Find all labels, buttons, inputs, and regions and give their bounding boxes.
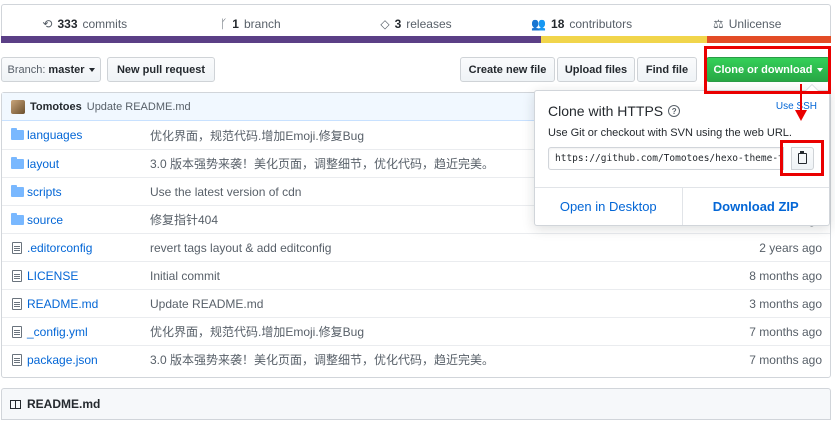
file-icon	[10, 241, 24, 254]
file-icon	[10, 353, 24, 366]
annotation-arrow-head	[795, 110, 807, 121]
branch-count: 1	[232, 16, 239, 31]
annotation-box-clone-button	[704, 46, 831, 94]
caret-down-icon	[88, 67, 95, 72]
file-commit-message[interactable]: Use the latest version of cdn	[150, 185, 301, 199]
file-icon	[10, 297, 24, 310]
file-name-link[interactable]: layout	[27, 157, 59, 171]
clone-url-input[interactable]: https://github.com/Tomotoes/hexo-theme-t…	[548, 147, 784, 170]
open-in-desktop-button[interactable]: Open in Desktop	[535, 188, 683, 225]
language-segment-1	[1, 36, 541, 43]
folder-icon	[10, 184, 24, 197]
branch-icon: ᚴ	[220, 16, 228, 31]
file-name-link[interactable]: README.md	[27, 297, 98, 311]
file-name-link[interactable]: package.json	[27, 353, 98, 367]
tag-icon: ◇	[380, 16, 390, 31]
people-icon: 👥	[531, 16, 547, 31]
commit-message[interactable]: Update README.md	[87, 101, 191, 113]
language-bar[interactable]	[1, 36, 831, 43]
folder-icon	[10, 128, 24, 140]
commit-author[interactable]: Tomotoes	[30, 101, 82, 113]
file-commit-message[interactable]: 3.0 版本强势来袭！美化页面，调整细节，优化代码，趋近完美。	[150, 155, 494, 172]
file-commit-message[interactable]: 修复指针404	[150, 211, 218, 228]
file-commit-message[interactable]: Initial commit	[150, 269, 220, 283]
file-name-link[interactable]: scripts	[27, 185, 62, 199]
clone-popup-footer: Open in Desktop Download ZIP	[535, 187, 829, 225]
download-zip-button[interactable]: Download ZIP	[683, 188, 830, 225]
commits-label: commits	[82, 16, 128, 31]
branch-name: master	[48, 63, 85, 76]
law-icon: ⚖	[712, 16, 724, 31]
file-age: 7 months ago	[749, 352, 822, 367]
annotation-arrow	[800, 84, 802, 112]
clone-description: Use Git or checkout with SVN using the w…	[548, 127, 792, 139]
clone-popup-title: Clone with HTTPS ?	[548, 103, 681, 119]
file-age: 2 years ago	[759, 240, 822, 255]
file-name-link[interactable]: languages	[27, 128, 82, 142]
releases-label: releases	[406, 16, 452, 31]
table-row: README.md Update README.md 3 months ago	[2, 289, 830, 317]
branch-prefix: Branch:	[7, 63, 46, 76]
language-segment-2	[540, 36, 707, 43]
file-commit-message[interactable]: revert tags layout & add editconfig	[150, 241, 331, 255]
table-row: .editorconfig revert tags layout & add ed…	[2, 233, 830, 261]
readme-header: README.md	[1, 388, 831, 420]
file-name-link[interactable]: .editorconfig	[27, 241, 92, 255]
file-age: 8 months ago	[749, 268, 822, 283]
language-segment-3	[706, 36, 831, 43]
table-row: _config.yml 优化界面，规范代码.增加Emoji.修复Bug 7 mont…	[2, 317, 830, 345]
contributors-count: 18	[551, 16, 565, 31]
file-commit-message[interactable]: 优化界面，规范代码.增加Emoji.修复Bug	[150, 323, 364, 340]
folder-icon	[10, 212, 24, 225]
file-name-link[interactable]: _config.yml	[27, 325, 88, 339]
license-label: Unlicense	[728, 16, 782, 31]
clone-title-text: Clone with HTTPS	[548, 103, 664, 119]
contributors-label: contributors	[569, 16, 633, 31]
book-icon	[10, 399, 21, 409]
readme-title: README.md	[27, 397, 101, 411]
find-file-button[interactable]: Find file	[637, 57, 697, 82]
file-icon	[10, 269, 24, 282]
folder-icon	[10, 156, 24, 169]
table-row: package.json 3.0 版本强势来袭！美化页面，调整细节，优化代码，趋近…	[2, 345, 830, 373]
file-age: 3 months ago	[749, 296, 822, 311]
branch-label: branch	[243, 16, 281, 31]
file-name-link[interactable]: source	[27, 213, 63, 227]
file-commit-message[interactable]: 优化界面，规范代码.增加Emoji.修复Bug	[150, 127, 364, 144]
file-commit-message[interactable]: Update README.md	[150, 297, 263, 311]
file-icon	[10, 325, 24, 338]
create-new-file-button[interactable]: Create new file	[460, 57, 555, 82]
history-icon: ⟲	[42, 16, 53, 31]
table-row: LICENSE Initial commit 8 months ago	[2, 261, 830, 289]
releases-count: 3	[394, 16, 402, 31]
question-icon[interactable]: ?	[668, 105, 681, 117]
file-commit-message[interactable]: 3.0 版本强势来袭！美化页面，调整细节，优化代码，趋近完美。	[150, 351, 494, 368]
annotation-box-copy-button	[780, 140, 824, 176]
new-pull-request-button[interactable]: New pull request	[107, 57, 215, 82]
file-name-link[interactable]: LICENSE	[27, 269, 78, 283]
commits-count: 333	[57, 16, 78, 31]
upload-files-button[interactable]: Upload files	[557, 57, 635, 82]
avatar[interactable]	[11, 99, 25, 114]
branch-select[interactable]: Branch: master	[1, 57, 101, 82]
file-age: 7 months ago	[749, 324, 822, 339]
